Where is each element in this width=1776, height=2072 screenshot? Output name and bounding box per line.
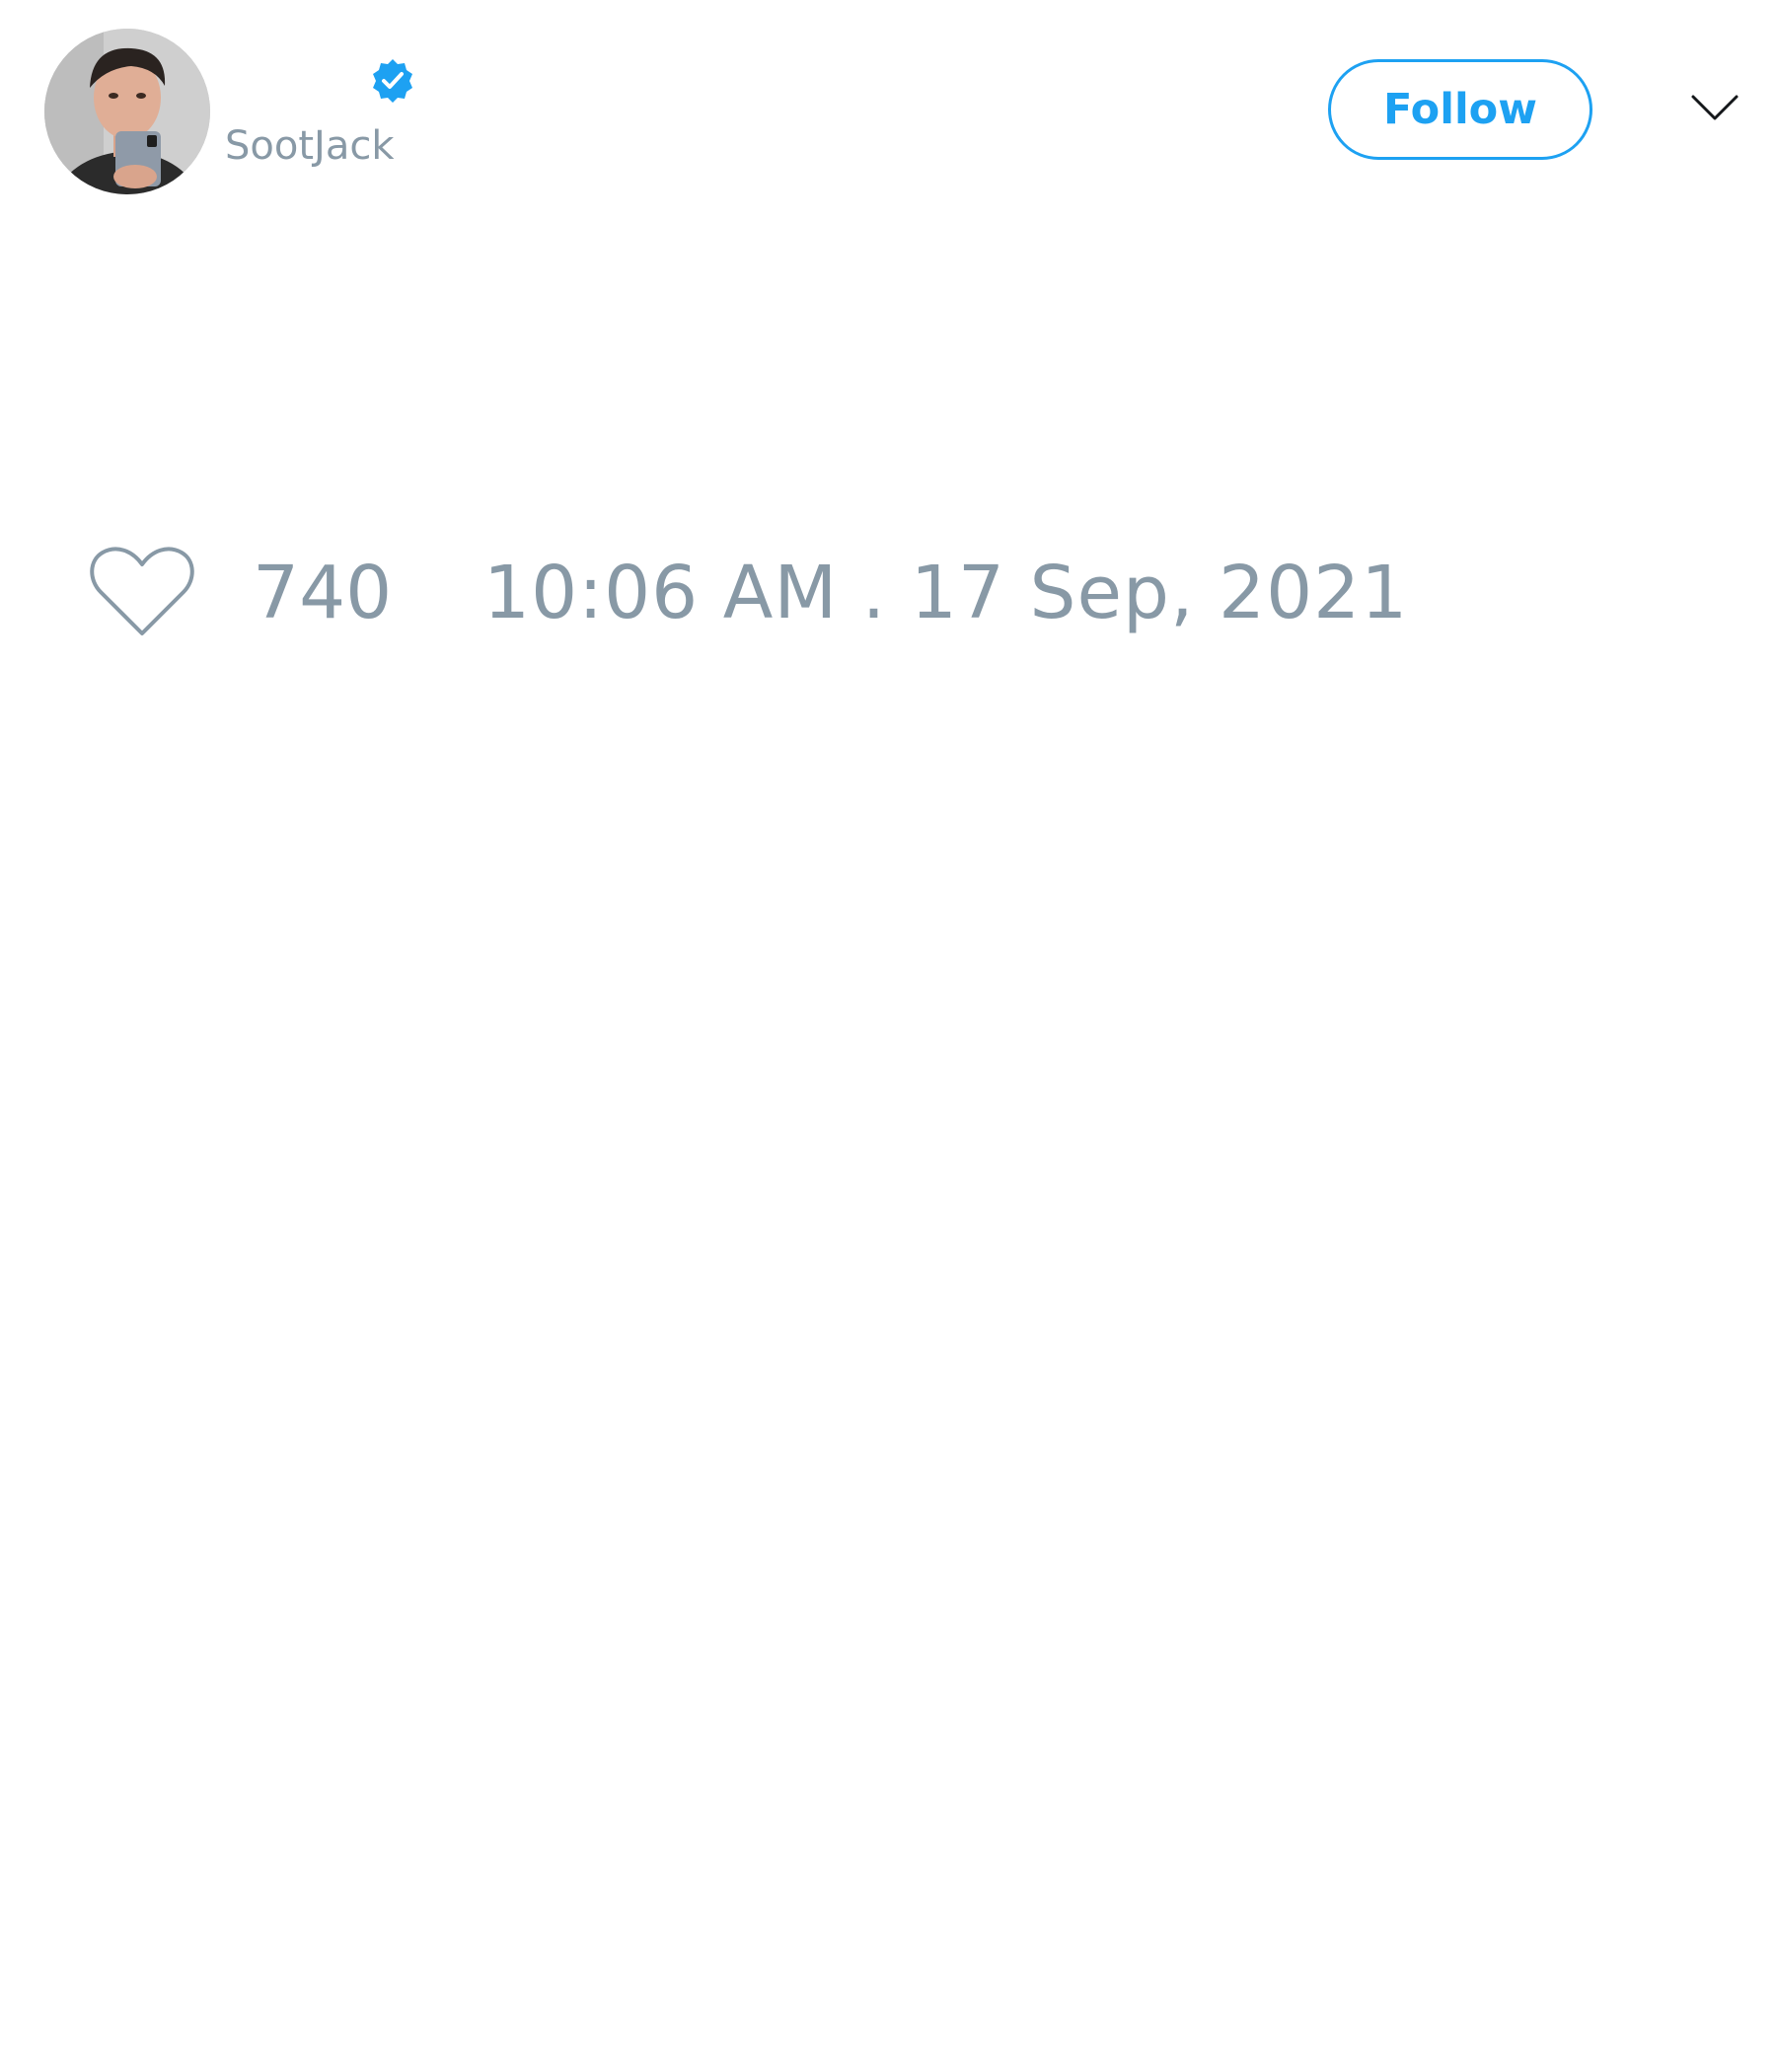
tweet-timestamp[interactable]: 10:06 AM . 17 Sep, 2021: [483, 556, 1408, 629]
follow-button[interactable]: Follow: [1328, 59, 1592, 160]
verified-badge-icon: [373, 59, 412, 103]
tweet-actions: 740 10:06 AM . 17 Sep, 2021: [0, 533, 1776, 651]
tweet-card: SootJack Follow 740 10:06 AM . 17 Sep, 2…: [0, 0, 1776, 2072]
author-handle[interactable]: SootJack: [225, 126, 394, 166]
profile-photo: [44, 29, 210, 194]
like-count: 740: [253, 551, 393, 635]
chevron-down-icon[interactable]: [1689, 89, 1740, 128]
avatar[interactable]: [44, 29, 210, 194]
heart-outline-icon[interactable]: [87, 543, 197, 641]
tweet-header: SootJack Follow: [0, 0, 1776, 227]
